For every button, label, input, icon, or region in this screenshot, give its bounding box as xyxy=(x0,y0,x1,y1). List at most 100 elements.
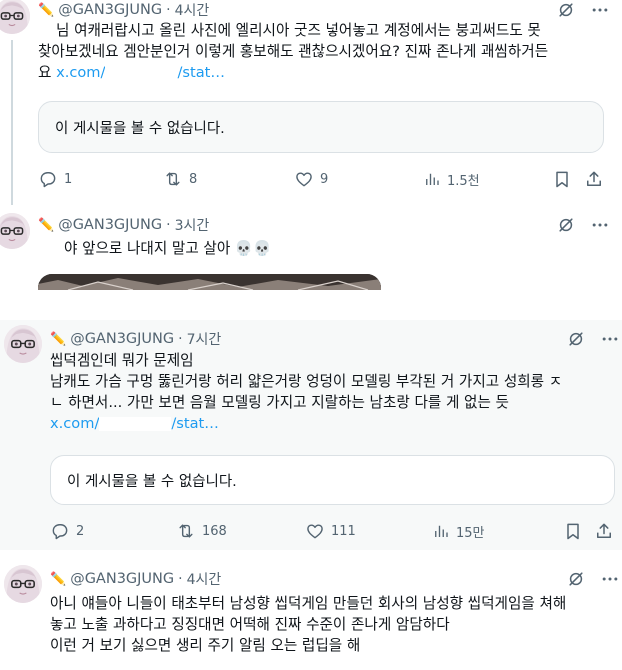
avatar[interactable] xyxy=(0,0,30,34)
more-dots-icon[interactable] xyxy=(600,329,620,349)
bookmark-button[interactable] xyxy=(563,521,583,541)
quoted-post-unavailable[interactable]: 이 게시물을 볼 수 없습니다. xyxy=(38,101,604,153)
link-redacted xyxy=(99,417,172,431)
post-text-line: 남캐도 가슴 구멍 뚫린거랑 허리 얇은거랑 엉덩이 모델링 부각된 거 가지고… xyxy=(50,373,563,390)
post-header: ✏️ @GAN3GJUNG · 3시간 xyxy=(38,215,209,235)
avatar[interactable] xyxy=(4,325,42,363)
post-text: 씹덕겜인데 뭐가 문제임 남캐도 가슴 구멍 뚫린거랑 허리 얇은거랑 엉덩이 … xyxy=(50,350,618,434)
post-text-line: 이런 거 보기 싫으면 생리 주기 알림 오는 럽딥을 해 xyxy=(50,637,361,654)
repost-button[interactable]: 168 xyxy=(176,521,227,541)
post-top-icons xyxy=(566,569,620,589)
post-header: ✏️ @GAN3GJUNG · 4시간 xyxy=(38,0,209,20)
bookmark-button[interactable] xyxy=(552,169,572,189)
like-count: 9 xyxy=(320,171,329,187)
views-button[interactable]: 1.5천 xyxy=(423,170,480,189)
share-icon xyxy=(594,521,614,541)
avatar[interactable] xyxy=(0,213,30,249)
more-dots-icon[interactable] xyxy=(600,569,620,589)
grok-slash-icon[interactable] xyxy=(566,569,586,589)
bookmark-icon xyxy=(563,521,583,541)
post-time[interactable]: 7시간 xyxy=(187,329,222,349)
reply-count: 1 xyxy=(64,171,73,187)
grok-slash-icon[interactable] xyxy=(566,329,586,349)
post-text-line: x.com/ /stat… xyxy=(50,413,618,434)
post-header: ✏️ @GAN3GJUNG · 4시간 xyxy=(50,569,221,589)
more-dots-icon[interactable] xyxy=(590,215,610,235)
reply-button[interactable]: 2 xyxy=(50,521,84,541)
reply-bubble-icon xyxy=(38,169,58,189)
post-actions: 1 8 9 1.5천 xyxy=(0,169,622,189)
share-icon xyxy=(584,169,604,189)
post-time[interactable]: 4시간 xyxy=(187,569,222,589)
views-bars-icon xyxy=(432,522,450,540)
grok-slash-icon[interactable] xyxy=(556,215,576,235)
post-text-line: 님 여캐러랍시고 올린 사진에 엘리시아 굿즈 넣어놓고 계정에서는 붕괴써드도… xyxy=(56,22,541,39)
post-actions: 2 168 111 15만 xyxy=(0,521,622,541)
link-end: /stat… xyxy=(171,415,219,432)
views-bars-icon xyxy=(423,170,441,188)
post-text: 야 앞으로 나대지 말고 살아 💀💀 xyxy=(64,238,604,259)
separator-dot: · xyxy=(178,571,183,587)
avatar-image xyxy=(4,565,42,603)
share-button[interactable] xyxy=(594,521,614,541)
post-2[interactable]: ✏️ @GAN3GJUNG · 3시간 야 앞으로 나대지 말고 살아 💀💀 xyxy=(0,206,622,290)
reply-button[interactable]: 1 xyxy=(38,169,72,189)
avatar[interactable] xyxy=(4,565,42,603)
post-4[interactable]: ✏️ @GAN3GJUNG · 4시간 아니 얘들아 니들이 태초부터 남성향 … xyxy=(0,560,622,670)
post-top-icons xyxy=(556,215,610,235)
repost-count: 168 xyxy=(202,523,227,539)
link-redacted xyxy=(105,66,178,80)
post-text-line: 찾아보겠네요 겜안분인거 이렇게 홍보해도 괜찮으시겠어요? 진짜 존나게 괘씸… xyxy=(38,43,549,60)
separator-dot: · xyxy=(178,331,183,347)
link-start: x.com/ xyxy=(56,64,106,81)
name-emoji: ✏️ xyxy=(50,571,67,587)
post-text-line: ㄴ 하면서... 가만 보면 음월 모델링 가지고 지랄하는 남초랑 다를 게 … xyxy=(50,394,509,411)
avatar-image xyxy=(0,213,30,249)
post-text-line: 야 앞으로 나대지 말고 살아 💀💀 xyxy=(64,240,272,257)
post-text-line: 놓고 노출 과하다고 징징대면 어떡해 진짜 수준이 존나게 암담하다 xyxy=(50,616,450,633)
repost-button[interactable]: 8 xyxy=(163,169,197,189)
avatar-image xyxy=(4,325,42,363)
post-time[interactable]: 4시간 xyxy=(175,0,210,20)
post-link[interactable]: x.com/ /stat… xyxy=(50,415,219,432)
post-header: ✏️ @GAN3GJUNG · 7시간 xyxy=(50,329,221,349)
post-media-image[interactable] xyxy=(38,274,381,290)
link-end: /stat… xyxy=(177,64,225,81)
post-text-continued: 찾아보겠네요 겜안분인거 이렇게 홍보해도 괜찮으시겠어요? 진짜 존나게 괘씸… xyxy=(38,41,618,83)
post-3[interactable]: ✏️ @GAN3GJUNG · 7시간 씹덕겜인데 뭐가 문제임 남캐도 가슴 … xyxy=(0,320,622,550)
grok-slash-icon[interactable] xyxy=(556,0,576,20)
name-emoji: ✏️ xyxy=(50,331,67,347)
post-top-icons xyxy=(556,0,610,20)
author-handle[interactable]: @GAN3GJUNG xyxy=(58,217,162,233)
avatar-image xyxy=(0,0,30,34)
author-handle[interactable]: @GAN3GJUNG xyxy=(70,331,174,347)
separator-dot: · xyxy=(166,217,171,233)
link-start: x.com/ xyxy=(50,415,100,432)
quoted-post-unavailable[interactable]: 이 게시물을 볼 수 없습니다. xyxy=(50,455,615,505)
heart-icon xyxy=(305,521,325,541)
more-dots-icon[interactable] xyxy=(590,0,610,20)
post-text: 아니 얘들아 니들이 태초부터 남성향 씹덕게임 만들던 회사의 남성향 씹덕게… xyxy=(50,593,620,656)
views-button[interactable]: 15만 xyxy=(432,522,485,541)
post-text-line: 씹덕겜인데 뭐가 문제임 xyxy=(50,352,194,369)
post-1[interactable]: ✏️ @GAN3GJUNG · 4시간 님 여캐러랍시고 올린 사진에 엘리시아… xyxy=(0,0,622,205)
like-button[interactable]: 9 xyxy=(294,169,328,189)
heart-icon xyxy=(294,169,314,189)
repost-arrows-icon xyxy=(176,521,196,541)
repost-count: 8 xyxy=(189,171,198,187)
author-handle[interactable]: @GAN3GJUNG xyxy=(70,571,174,587)
like-button[interactable]: 111 xyxy=(305,521,356,541)
author-handle[interactable]: @GAN3GJUNG xyxy=(58,2,162,18)
quote-unavailable-text: 이 게시물을 볼 수 없습니다. xyxy=(55,120,225,137)
post-link[interactable]: x.com/ /stat… xyxy=(56,64,225,81)
views-count: 1.5천 xyxy=(447,173,480,189)
post-top-icons xyxy=(566,329,620,349)
reply-bubble-icon xyxy=(50,521,70,541)
share-button[interactable] xyxy=(584,169,604,189)
bookmark-icon xyxy=(552,169,572,189)
post-time[interactable]: 3시간 xyxy=(175,215,210,235)
post-text-line: 요 x.com/ /stat… xyxy=(38,62,618,83)
post-text-line: 아니 얘들아 니들이 태초부터 남성향 씹덕게임 만들던 회사의 남성향 씹덕게… xyxy=(50,595,567,612)
name-emoji: ✏️ xyxy=(38,217,55,233)
separator-dot: · xyxy=(166,2,171,18)
